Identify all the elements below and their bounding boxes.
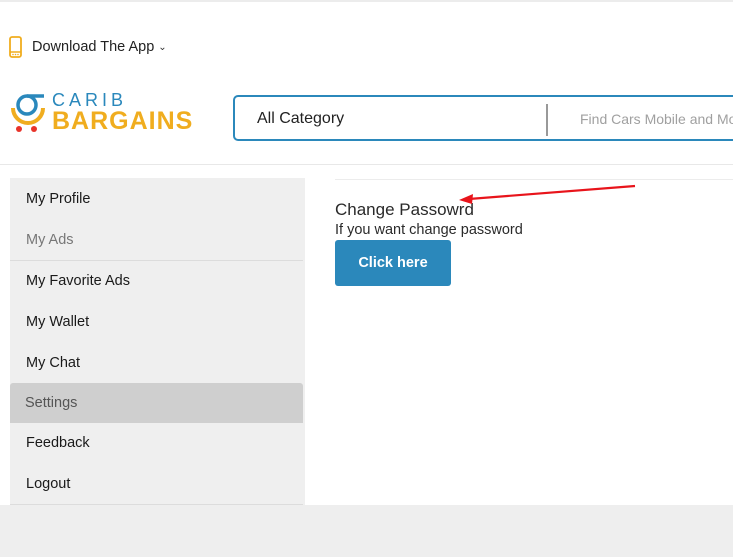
mobile-phone-icon — [9, 36, 22, 58]
sidebar-item-settings[interactable]: Settings — [10, 383, 303, 423]
sidebar-item-my-wallet[interactable]: My Wallet — [10, 302, 303, 342]
sidebar-item-my-favorite-ads[interactable]: My Favorite Ads — [10, 261, 303, 301]
account-sidebar: My Profile My Ads My Favorite Ads My Wal… — [10, 178, 305, 505]
download-app-label: Download The App — [32, 39, 155, 55]
search-bar: All Category — [233, 95, 733, 141]
sidebar-item-my-profile[interactable]: My Profile — [10, 179, 303, 219]
shopping-cart-logo-icon — [11, 94, 45, 132]
sidebar-item-feedback[interactable]: Feedback — [10, 423, 303, 463]
logo-text-bargains: BARGAINS — [52, 106, 194, 135]
download-app-dropdown[interactable]: Download The App ⌄ — [9, 36, 167, 58]
sidebar-item-logout[interactable]: Logout — [10, 464, 303, 504]
search-divider — [546, 104, 548, 136]
category-select[interactable]: All Category — [257, 110, 344, 128]
chevron-down-icon: ⌄ — [158, 41, 167, 53]
content-divider — [335, 179, 733, 180]
top-border — [0, 0, 733, 2]
change-password-button[interactable]: Click here — [335, 240, 451, 286]
search-input[interactable] — [580, 105, 733, 133]
header-divider — [0, 164, 733, 165]
change-password-title: Change Passowrd — [335, 200, 474, 219]
red-arrow-annotation-icon — [459, 184, 636, 204]
footer-band — [0, 505, 733, 557]
logo-text-carib: CARIB — [52, 89, 128, 110]
site-logo[interactable]: CARIB BARGAINS — [10, 90, 193, 134]
sidebar-item-my-ads[interactable]: My Ads — [10, 220, 303, 261]
change-password-subtitle: If you want change password — [335, 222, 523, 238]
sidebar-item-my-chat[interactable]: My Chat — [10, 343, 303, 383]
